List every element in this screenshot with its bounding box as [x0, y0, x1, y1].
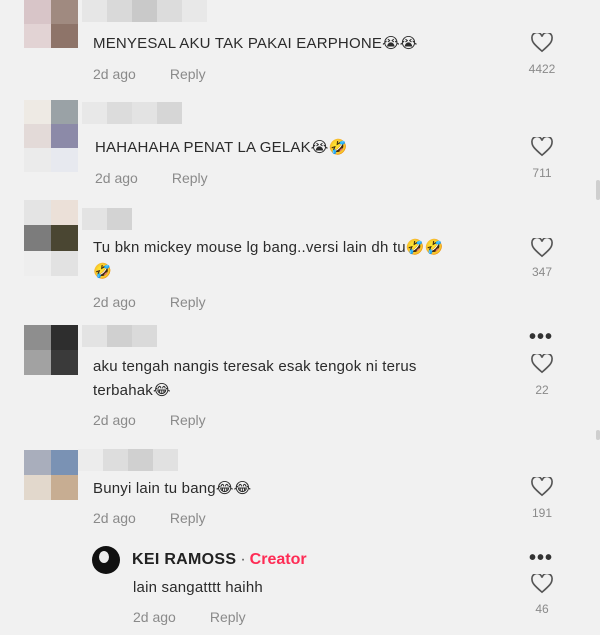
comment-text: Tu bkn mickey mouse lg bang..versi lain … — [93, 239, 444, 280]
comment-text: lain sangatttt haihh — [133, 579, 263, 596]
username-blurred[interactable] — [82, 208, 132, 230]
like-count: 347 — [531, 265, 553, 279]
comment-meta: 2d ago Reply — [93, 412, 206, 428]
creator-badge: Creator — [249, 551, 307, 568]
reply-button[interactable]: Reply — [170, 66, 206, 82]
like-count: 191 — [531, 506, 553, 520]
comment-text: Bunyi lain tu bang😂😂 — [93, 480, 252, 497]
timestamp: 2d ago — [133, 609, 176, 625]
reply-button[interactable]: Reply — [170, 294, 206, 310]
comment-meta: 2d ago Reply — [93, 294, 206, 310]
reply-button[interactable]: Reply — [170, 412, 206, 428]
creator-header: KEI RAMOSS · Creator — [92, 546, 307, 574]
comment-meta: 2d ago Reply — [133, 609, 246, 625]
more-dots-icon[interactable]: ••• — [529, 327, 553, 347]
avatar[interactable] — [92, 546, 120, 574]
heart-outline-icon[interactable] — [531, 238, 553, 258]
heart-outline-icon[interactable] — [531, 354, 553, 374]
heart-outline-icon[interactable] — [531, 477, 553, 497]
avatar[interactable] — [24, 200, 78, 276]
reply-button[interactable]: Reply — [170, 510, 206, 526]
creator-username[interactable]: KEI RAMOSS — [132, 551, 236, 569]
scrollbar-thumb[interactable] — [596, 180, 600, 200]
reply-button[interactable]: Reply — [210, 609, 246, 625]
like-count: 4422 — [528, 62, 556, 76]
heart-outline-icon[interactable] — [531, 33, 553, 53]
comment-meta: 2d ago Reply — [95, 170, 208, 186]
timestamp: 2d ago — [95, 170, 138, 186]
timestamp: 2d ago — [93, 510, 136, 526]
avatar[interactable] — [24, 100, 78, 172]
avatar[interactable] — [24, 0, 78, 48]
heart-outline-icon[interactable] — [531, 574, 553, 594]
reply-button[interactable]: Reply — [172, 170, 208, 186]
like-count: 711 — [532, 166, 552, 180]
timestamp: 2d ago — [93, 412, 136, 428]
comment-text: aku tengah nangis teresak esak tengok ni… — [93, 358, 417, 399]
timestamp: 2d ago — [93, 66, 136, 82]
username-blurred[interactable] — [82, 325, 157, 347]
avatar[interactable] — [24, 450, 78, 500]
comment-meta: 2d ago Reply — [93, 510, 206, 526]
timestamp: 2d ago — [93, 294, 136, 310]
heart-outline-icon[interactable] — [531, 137, 553, 157]
comment-text: HAHAHAHA PENAT LA GELAK😭🤣 — [95, 139, 348, 156]
comment-text: MENYESAL AKU TAK PAKAI EARPHONE😭😭 — [93, 35, 418, 52]
comment-meta: 2d ago Reply — [93, 66, 206, 82]
scrollbar-thumb-lower[interactable] — [596, 430, 600, 440]
more-dots-icon[interactable]: ••• — [529, 548, 553, 568]
like-count: 22 — [535, 383, 549, 397]
username-blurred[interactable] — [82, 0, 207, 22]
username-blurred[interactable] — [82, 102, 182, 124]
username-blurred[interactable] — [78, 449, 178, 471]
avatar[interactable] — [24, 325, 78, 375]
separator: · — [240, 551, 246, 568]
like-count: 46 — [535, 602, 549, 616]
